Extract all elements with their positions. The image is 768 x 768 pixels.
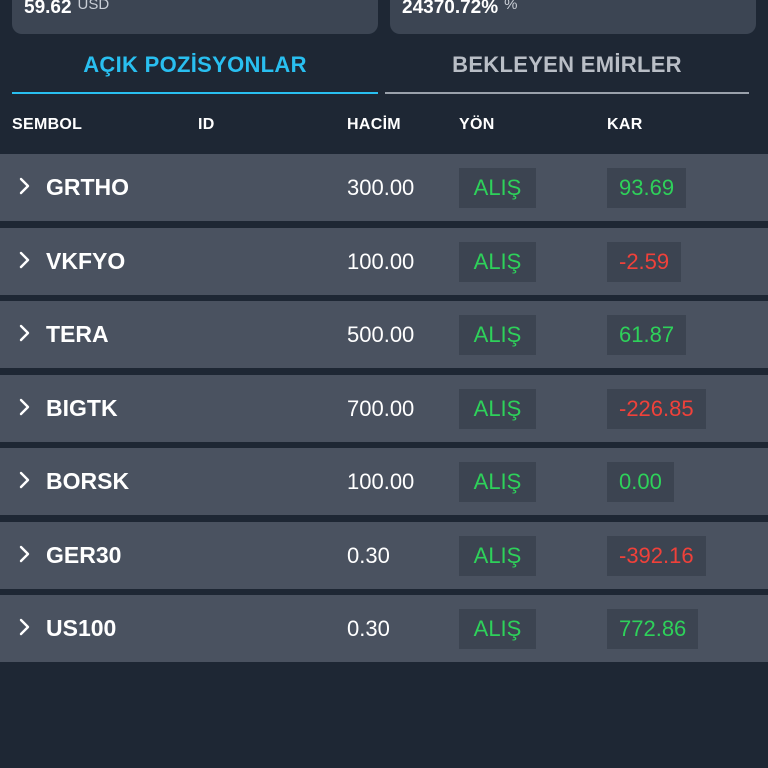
- equity-unit: USD: [77, 0, 110, 13]
- row-volume: 100.00: [347, 469, 415, 494]
- row-symbol: TERA: [46, 321, 109, 347]
- row-volume: 0.30: [347, 616, 390, 641]
- row-direction-badge: ALIŞ: [459, 315, 536, 355]
- table-row[interactable]: GER30 0.30 ALIŞ -392.16: [0, 521, 768, 589]
- row-profit: 61.87: [607, 315, 687, 355]
- row-direction-badge: ALIŞ: [459, 609, 536, 649]
- row-profit: -392.16: [607, 535, 706, 576]
- table-row[interactable]: BIGTK 700.00 ALIŞ -226.85: [0, 374, 768, 442]
- row-symbol: GER30: [46, 541, 122, 568]
- chevron-right-icon[interactable]: [18, 544, 32, 564]
- tab-open-positions-underline: [12, 92, 378, 94]
- row-volume: 500.00: [347, 322, 415, 347]
- tab-pending-orders-underline: [385, 92, 749, 94]
- row-symbol: GRTHO: [46, 174, 130, 200]
- tab-pending-orders-label: BEKLEYEN EMİRLER: [452, 52, 682, 77]
- row-symbol: BIGTK: [46, 394, 118, 421]
- row-direction-badge: ALIŞ: [459, 535, 536, 576]
- row-direction-badge: ALIŞ: [459, 168, 536, 208]
- table-row[interactable]: US100 0.30 ALIŞ 772.86: [0, 595, 768, 662]
- chevron-right-icon[interactable]: [18, 617, 32, 637]
- row-volume: 0.30: [347, 542, 390, 568]
- tab-open-positions[interactable]: AÇIK POZİSYONLAR: [12, 40, 378, 96]
- margin-level-card: 24370.72%%: [390, 0, 756, 34]
- chevron-right-icon[interactable]: [18, 250, 32, 270]
- column-header-direction: YÖN: [459, 116, 495, 133]
- row-volume: 700.00: [347, 395, 415, 421]
- row-profit: 772.86: [607, 609, 699, 649]
- row-symbol: BORSK: [46, 468, 130, 494]
- table-row[interactable]: GRTHO 300.00 ALIŞ 93.69: [0, 154, 768, 221]
- tab-open-positions-label: AÇIK POZİSYONLAR: [83, 52, 307, 77]
- row-volume: 100.00: [347, 248, 415, 274]
- row-direction-badge: ALIŞ: [459, 462, 536, 502]
- table-row[interactable]: BORSK 100.00 ALIŞ 0.00: [0, 448, 768, 515]
- table-row[interactable]: VKFYO 100.00 ALIŞ -2.59: [0, 227, 768, 295]
- tab-pending-orders[interactable]: BEKLEYEN EMİRLER: [385, 40, 749, 96]
- chevron-right-icon[interactable]: [18, 323, 32, 343]
- positions-list: GRTHO 300.00 ALIŞ 93.69 VKFYO 100.00 ALI…: [0, 154, 768, 669]
- row-profit: -226.85: [607, 388, 706, 429]
- equity-card: 59.62 USD: [12, 0, 378, 34]
- margin-level-value: 24370.72%: [402, 0, 499, 18]
- column-header-id: ID: [198, 116, 215, 133]
- position-tabs: AÇIK POZİSYONLAR BEKLEYEN EMİRLER: [0, 40, 768, 96]
- column-header-symbol: SEMBOL: [12, 116, 83, 133]
- row-profit: -2.59: [607, 241, 682, 282]
- open-positions-screen: 59.62 USD 24370.72%% AÇIK POZİSYONLAR BEK…: [0, 0, 768, 768]
- column-header-profit: KAR: [607, 116, 643, 133]
- table-header: SEMBOL ID HACİM YÖN KAR: [0, 106, 768, 146]
- margin-level-unit: %: [504, 0, 518, 13]
- row-direction-badge: ALIŞ: [459, 241, 536, 282]
- row-symbol: US100: [46, 615, 117, 641]
- equity-value: 59.62: [24, 0, 72, 18]
- row-profit: 0.00: [607, 462, 674, 502]
- summary-cards: 59.62 USD 24370.72%%: [0, 0, 768, 40]
- equity-value-group: 59.62 USD: [24, 0, 109, 19]
- column-header-volume: HACİM: [347, 116, 401, 133]
- row-profit: 93.69: [607, 168, 687, 208]
- table-row[interactable]: TERA 500.00 ALIŞ 61.87: [0, 301, 768, 368]
- chevron-right-icon[interactable]: [18, 397, 32, 417]
- row-symbol: VKFYO: [46, 247, 126, 274]
- margin-level-value-group: 24370.72%%: [402, 0, 518, 19]
- chevron-right-icon[interactable]: [18, 176, 32, 196]
- row-volume: 300.00: [347, 175, 415, 200]
- chevron-right-icon[interactable]: [18, 470, 32, 490]
- row-direction-badge: ALIŞ: [459, 388, 536, 429]
